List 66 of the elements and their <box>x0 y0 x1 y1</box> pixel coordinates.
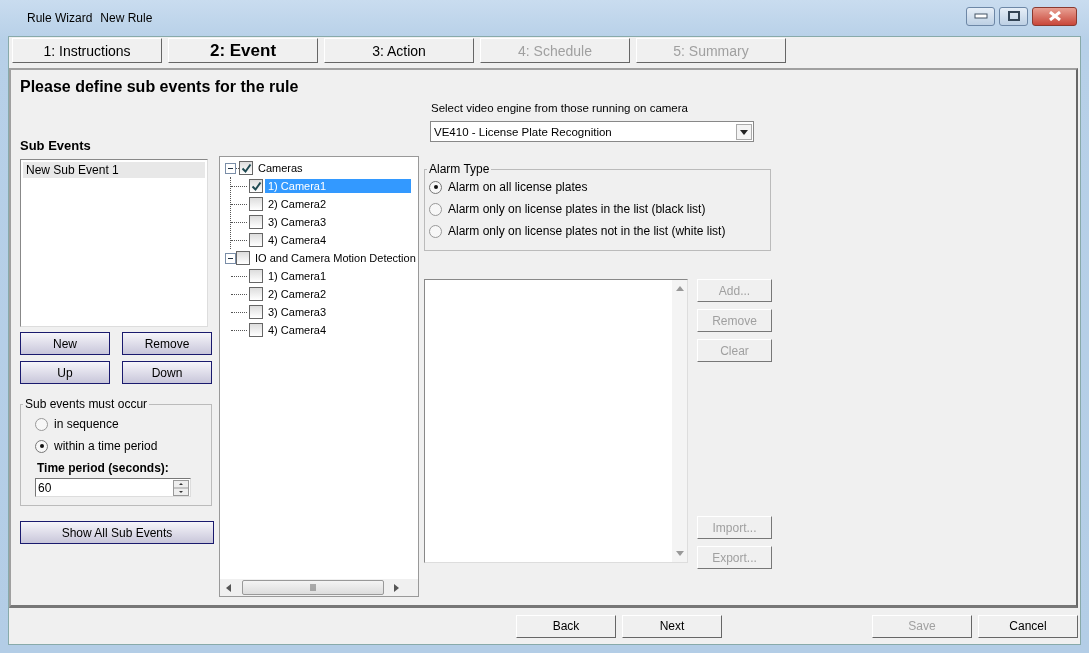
radio-button[interactable] <box>429 224 442 238</box>
checkbox[interactable] <box>249 233 263 247</box>
group-legend: Sub events must occur <box>23 397 150 411</box>
tree-item[interactable]: 2) Camera2 <box>265 197 330 211</box>
maximize-icon <box>1007 11 1020 21</box>
scroll-left-icon[interactable] <box>226 583 232 592</box>
checkbox[interactable] <box>249 287 263 301</box>
tree-item[interactable]: 3) Camera3 <box>265 215 330 229</box>
list-item[interactable]: New Sub Event 1 <box>23 162 205 178</box>
scroll-right-icon[interactable] <box>394 583 400 592</box>
list-button[interactable]: Up <box>20 361 110 384</box>
radio-label: within a time period <box>54 439 158 453</box>
wizard-tab[interactable]: 3: Action <box>324 38 474 63</box>
video-engine-dropdown[interactable]: VE410 - License Plate Recognition <box>430 121 754 142</box>
window-subtitle: New Rule <box>100 11 153 25</box>
field-label: Time period (seconds): <box>37 461 170 475</box>
field-label: Select video engine from those running on camera <box>431 102 689 114</box>
section-title: Sub Events <box>20 138 92 154</box>
group-legend: Alarm Type <box>427 162 492 176</box>
tree-item[interactable]: Cameras <box>255 161 306 175</box>
radio-label: Alarm on all license plates <box>448 180 588 194</box>
list-button[interactable]: Remove <box>122 332 212 355</box>
footer-button[interactable]: Cancel <box>978 614 1078 638</box>
page-heading: Please define sub events for the rule <box>19 77 300 97</box>
checkbox[interactable] <box>249 179 263 193</box>
radio-button[interactable] <box>35 417 48 431</box>
maximize-button[interactable] <box>999 6 1028 26</box>
close-icon <box>1047 11 1062 21</box>
minimize-icon <box>973 13 988 19</box>
radio-label: in sequence <box>54 417 119 431</box>
tree-item[interactable]: 4) Camera4 <box>265 233 330 247</box>
spinner-arrows-icon[interactable] <box>173 479 189 496</box>
checkbox[interactable] <box>239 161 253 175</box>
collapse-icon[interactable] <box>225 162 236 174</box>
checkbox[interactable] <box>249 323 263 337</box>
footer-button[interactable]: Back <box>516 614 616 638</box>
tree-item[interactable]: 2) Camera2 <box>265 287 330 301</box>
tree-item[interactable]: 1) Camera1 <box>265 269 330 283</box>
footer-button[interactable]: Next <box>622 614 722 638</box>
radio-button[interactable] <box>429 180 442 194</box>
radio-label: Alarm only on license plates in the list (black list) <box>448 202 706 216</box>
checkbox[interactable] <box>249 197 263 211</box>
window-title: Rule Wizard <box>27 11 93 25</box>
horizontal-scrollbar[interactable] <box>220 579 418 596</box>
checkbox[interactable] <box>249 215 263 229</box>
radio-button[interactable] <box>35 439 48 453</box>
close-button[interactable] <box>1032 6 1077 26</box>
list-button[interactable]: New <box>20 332 110 355</box>
radio-label: Alarm only on license plates not in the list (white list) <box>448 224 726 238</box>
radio-button[interactable] <box>429 202 442 216</box>
grip-icon <box>309 584 317 591</box>
list-button[interactable]: Down <box>122 361 212 384</box>
checkbox[interactable] <box>249 305 263 319</box>
tree-item[interactable]: 4) Camera4 <box>265 323 330 337</box>
scroll-up-icon[interactable] <box>675 286 684 291</box>
checkbox[interactable] <box>236 251 250 265</box>
scroll-down-icon[interactable] <box>675 551 684 556</box>
show-all-button[interactable]: Show All Sub Events <box>20 521 214 544</box>
wizard-tab[interactable]: 2: Event <box>168 38 318 63</box>
tree-item[interactable]: IO and Camera Motion Detection <box>252 251 419 265</box>
checkbox[interactable] <box>249 269 263 283</box>
time-period-field[interactable]: 60 <box>35 478 191 497</box>
wizard-tab[interactable]: 1: Instructions <box>12 38 162 63</box>
collapse-icon[interactable] <box>225 252 236 264</box>
tree-item[interactable]: 3) Camera3 <box>265 305 330 319</box>
minimize-button[interactable] <box>966 6 995 26</box>
